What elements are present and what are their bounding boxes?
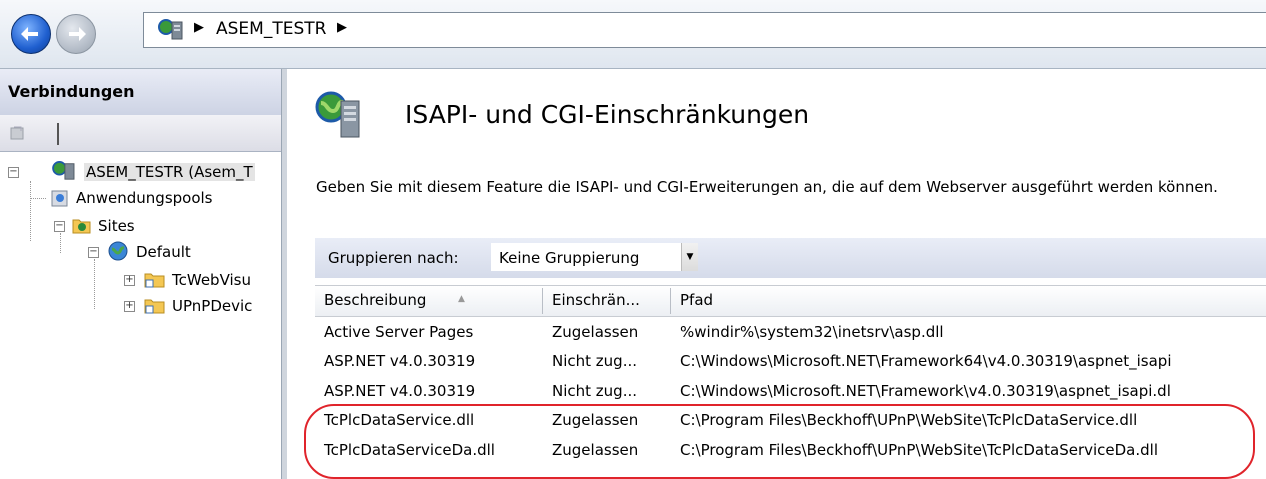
chevron-down-icon[interactable]: ▼ [681,243,698,271]
server-globe-icon [52,161,75,180]
globe-icon [108,241,128,261]
tree-item-upnpdevice[interactable]: + UPnPDevic [6,295,281,317]
cell-description: ASP.NET v4.0.30319 [324,352,476,370]
column-header-restriction[interactable]: Einschrän... [552,291,640,309]
connections-title: Verbindungen [8,82,135,101]
cell-description: ASP.NET v4.0.30319 [324,382,476,400]
cell-path: %windir%\system32\inetsrv\asp.dll [680,323,944,341]
collapse-toggle[interactable]: − [54,221,65,232]
tree-label-app-pools: Anwendungspools [76,189,213,207]
tree-label-upnpdevice: UPnPDevic [172,297,253,315]
expand-toggle[interactable]: + [124,301,135,312]
group-by-label: Gruppieren nach: [328,249,459,267]
column-divider[interactable] [542,288,543,314]
tree-item-tcwebvisu[interactable]: + TcWebVisu [6,269,281,291]
back-button[interactable] [11,14,51,54]
group-by-dropdown[interactable]: Keine Gruppierung ▼ [491,243,698,271]
connections-header: Verbindungen [0,69,281,115]
virtual-directory-icon [144,273,165,288]
server-globe-icon [158,19,183,40]
column-header-path[interactable]: Pfad [680,291,713,309]
tree-item-sites[interactable]: − Sites [6,215,281,237]
table-header: Beschreibung ▲ Einschrän... Pfad [315,285,1266,317]
column-divider[interactable] [670,288,671,314]
group-by-value: Keine Gruppierung [499,249,640,267]
feature-description: Geben Sie mit diesem Feature die ISAPI- … [316,178,1218,196]
cell-restriction: Nicht zug... [552,382,637,400]
isapi-cgi-icon [315,91,360,138]
collapse-toggle[interactable]: − [88,247,99,258]
virtual-directory-icon [144,299,165,314]
sort-ascending-icon: ▲ [458,294,465,304]
connections-pane: Verbindungen − ASEM_TESTR (Asem_T Anwend… [0,69,282,479]
tree-item-app-pools[interactable]: Anwendungspools [48,187,281,209]
toolbar-separator [57,123,59,145]
tree-line [30,198,46,199]
tree-item-default[interactable]: − Default [6,241,281,263]
group-by-bar: Gruppieren nach: Keine Gruppierung ▼ [315,238,1266,278]
page-title: ISAPI- und CGI-Einschränkungen [405,100,810,129]
folder-globe-icon [72,219,91,234]
tree-label-sites: Sites [98,217,135,235]
breadcrumb-separator[interactable]: ▶ [337,20,347,35]
tree-item-server[interactable]: − ASEM_TESTR (Asem_T [6,161,281,183]
forward-button[interactable] [56,14,96,54]
tree-label-tcwebvisu: TcWebVisu [172,271,251,289]
breadcrumb-separator[interactable]: ▶ [194,20,204,35]
column-header-description[interactable]: Beschreibung [324,291,426,309]
highlight-annotation [304,404,1255,479]
table-row[interactable]: ASP.NET v4.0.30319 Nicht zug... C:\Windo… [315,347,1266,377]
tree-label-default: Default [136,243,191,261]
cell-restriction: Zugelassen [552,323,639,341]
arrow-left-icon [21,27,38,41]
cell-path: C:\Windows\Microsoft.NET\Framework64\v4.… [680,352,1172,370]
breadcrumb-server[interactable]: ASEM_TESTR [216,19,326,39]
cell-path: C:\Windows\Microsoft.NET\Framework\v4.0.… [680,382,1171,400]
arrow-right-icon [69,27,86,41]
expand-toggle[interactable]: + [124,275,135,286]
cell-restriction: Nicht zug... [552,352,637,370]
collapse-toggle[interactable]: − [8,167,19,178]
connect-icon[interactable] [9,124,27,142]
table-row[interactable]: Active Server Pages Zugelassen %windir%\… [315,318,1266,348]
navigation-bar: ▶ ASEM_TESTR ▶ [0,0,1266,69]
connections-toolbar [0,115,281,152]
tree-label-server: ASEM_TESTR (Asem_T [84,163,255,181]
table-row[interactable]: ASP.NET v4.0.30319 Nicht zug... C:\Windo… [315,377,1266,407]
cell-description: Active Server Pages [324,323,474,341]
app-pool-icon [51,190,68,207]
address-bar[interactable]: ▶ ASEM_TESTR ▶ [143,12,1266,48]
